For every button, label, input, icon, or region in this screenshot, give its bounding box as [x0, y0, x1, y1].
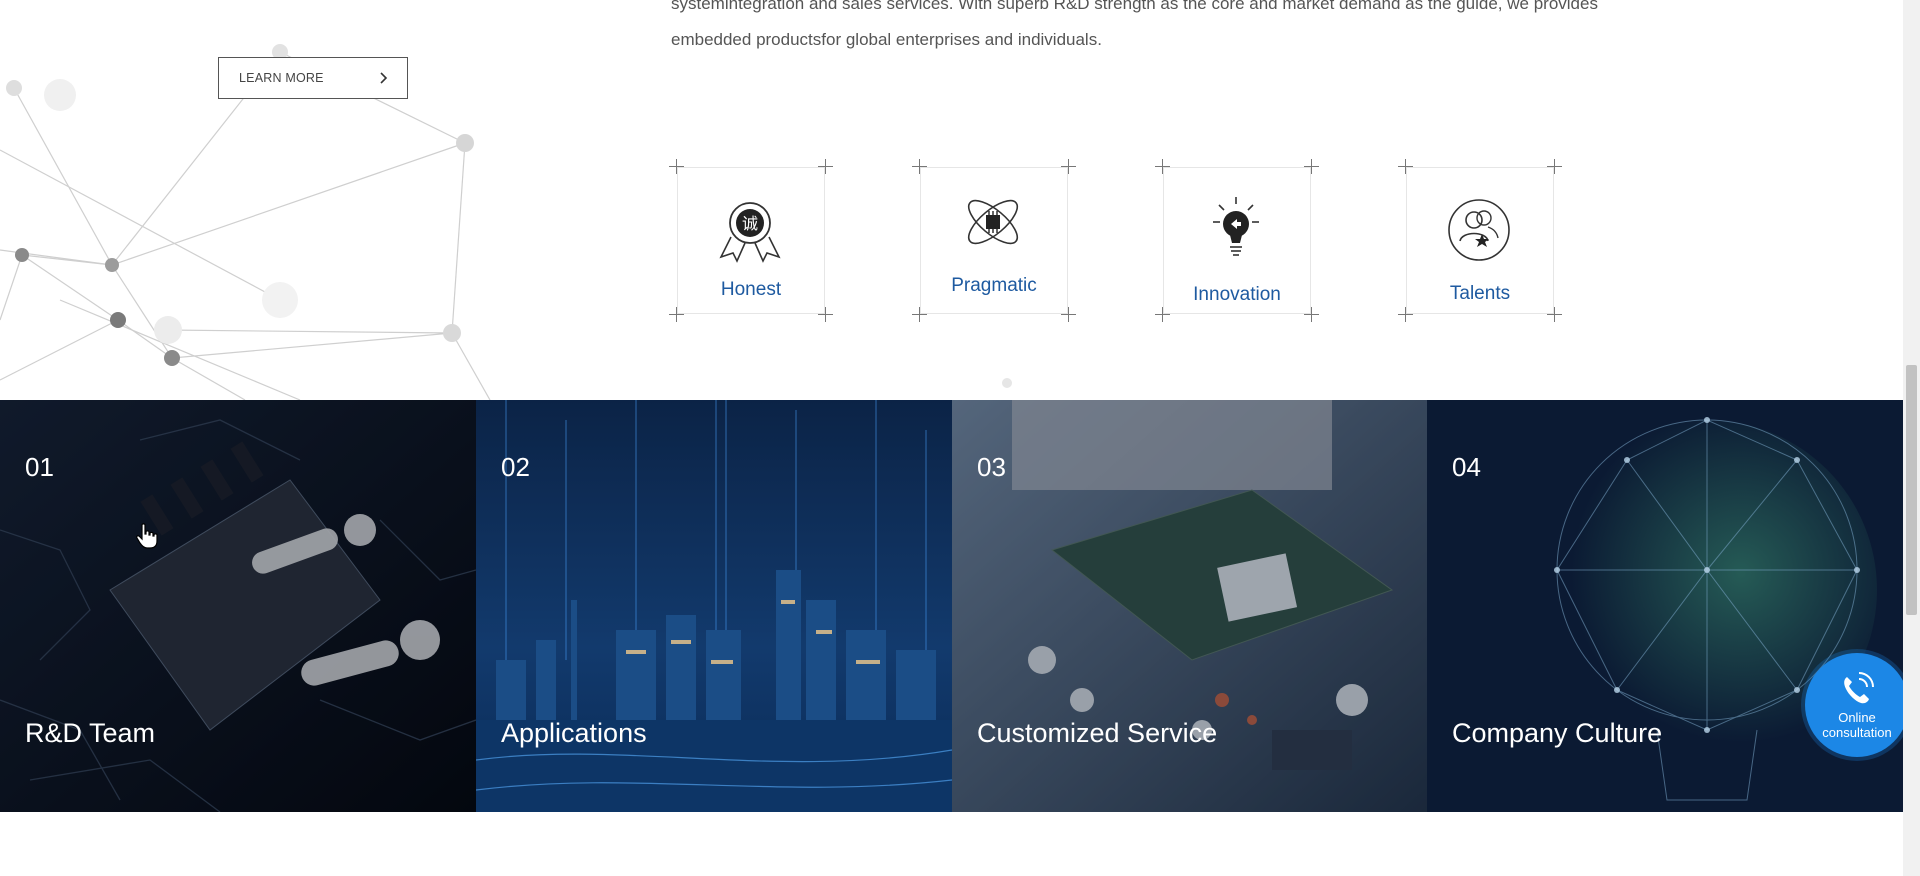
- phone-icon: [1844, 672, 1874, 704]
- panel-rd-team[interactable]: 01 R&D Team: [0, 400, 476, 812]
- medal-icon: 诚: [719, 202, 781, 263]
- panel-number: 01: [25, 452, 54, 482]
- panel-number: 03: [977, 452, 1006, 482]
- intro-line-1: systemintegration and sales services. Wi…: [671, 0, 1598, 13]
- robot-hand-chip-image: [0, 400, 476, 812]
- circuit-board-image: [952, 400, 1427, 812]
- company-intro-text: systemintegration and sales services. Wi…: [671, 0, 1671, 58]
- atom-chip-icon: [967, 199, 1019, 245]
- consult-line-1: Online: [1838, 710, 1876, 725]
- feature-panels: 01 R&D Team 02 Applications 03 Customize…: [0, 400, 1903, 812]
- page-scrollbar[interactable]: [1903, 0, 1920, 876]
- learn-more-button[interactable]: LEARN MORE: [218, 57, 408, 99]
- hand-pointer-cursor-icon: [136, 523, 158, 549]
- value-label-innovation: Innovation: [1193, 284, 1281, 305]
- panel-title: Applications: [501, 718, 647, 748]
- panel-title: R&D Team: [25, 718, 156, 748]
- value-label-pragmatic: Pragmatic: [951, 275, 1037, 296]
- chevron-right-icon: [380, 72, 388, 84]
- panel-title: Company Culture: [1452, 718, 1663, 748]
- scrollbar-thumb[interactable]: [1906, 365, 1917, 615]
- panel-title: Customized Service: [977, 718, 1218, 748]
- people-star-icon: [1448, 199, 1510, 261]
- lightbulb-icon: [1213, 197, 1259, 256]
- value-card-innovation: Innovation: [1155, 159, 1319, 322]
- online-consultation-button[interactable]: Online consultation: [1805, 653, 1909, 757]
- value-label-honest: Honest: [720, 279, 782, 300]
- value-card-honest: 诚 Honest: [669, 159, 833, 322]
- panel-number: 04: [1452, 452, 1481, 482]
- value-card-talents: Talents: [1398, 159, 1562, 322]
- network-background-decoration: [0, 44, 1012, 400]
- intro-line-2: embedded productsfor global enterprises …: [671, 30, 1102, 49]
- medal-glyph: 诚: [742, 214, 758, 233]
- city-skyline-image: [476, 400, 952, 812]
- value-card-pragmatic: Pragmatic: [912, 159, 1076, 322]
- panel-applications[interactable]: 02 Applications: [476, 400, 952, 812]
- learn-more-label: LEARN MORE: [239, 71, 324, 85]
- value-label-talents: Talents: [1449, 283, 1511, 304]
- panel-number: 02: [501, 452, 530, 482]
- panel-customized-service[interactable]: 03 Customized Service: [952, 400, 1427, 812]
- consult-line-2: consultation: [1822, 725, 1892, 740]
